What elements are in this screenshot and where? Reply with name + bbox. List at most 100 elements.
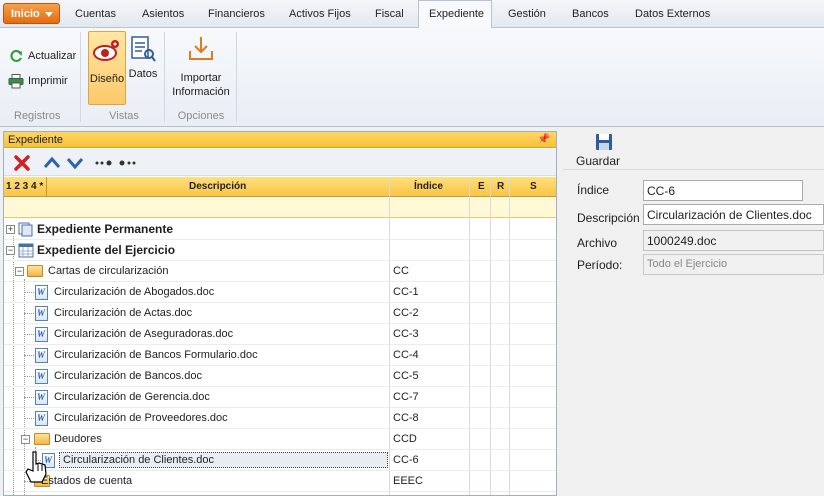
pin-icon[interactable]: 📌 (538, 134, 550, 145)
archivo-label: Archivo (577, 236, 618, 250)
periodo-label: Período: (577, 258, 623, 272)
column-header-levels[interactable]: 1 2 3 4 * (6, 181, 43, 192)
move-up-icon[interactable] (43, 156, 61, 170)
row-description: Circularización de Abogados.doc (54, 286, 215, 298)
column-header-s[interactable]: S (530, 181, 537, 192)
tree-line (24, 313, 34, 314)
column-header-r[interactable]: R (497, 181, 504, 192)
row-description: Circularización de Proveedores.doc (54, 412, 228, 424)
table-row[interactable]: Circularización de Gerencia.doc CC-7 (4, 387, 556, 408)
table-row[interactable]: − Deudores CCD (4, 429, 556, 450)
descripcion-field[interactable]: Circularización de Clientes.doc (643, 204, 824, 225)
row-description: Circularización de Bancos.doc (54, 370, 202, 382)
tab-asientos[interactable]: Asientos (142, 0, 184, 28)
chevron-down-icon (45, 12, 53, 17)
expand-icon[interactable]: + (6, 225, 15, 234)
indent-right-icon[interactable] (117, 158, 137, 168)
row-index: CC-5 (393, 370, 419, 382)
table-row-selected[interactable]: Circularización de Clientes.doc CC-6 (4, 450, 556, 471)
periodo-value: Todo el Ejercicio (647, 258, 728, 270)
row-index: CC-2 (393, 307, 419, 319)
hand-cursor-icon (25, 451, 47, 483)
table-row[interactable]: Circularización de Aseguradoras.doc CC-3 (4, 324, 556, 345)
actualizar-label: Actualizar (28, 50, 77, 62)
stacked-documents-icon (18, 222, 33, 237)
column-header-e[interactable]: E (478, 181, 485, 192)
row-description: Estados de cuenta (41, 475, 133, 487)
move-down-icon[interactable] (66, 156, 84, 170)
actualizar-button[interactable]: Actualizar (8, 47, 76, 65)
tab-expediente[interactable]: Expediente (418, 0, 492, 29)
collapse-icon[interactable]: − (6, 246, 15, 255)
row-index: CC (393, 265, 409, 277)
tab-financieros[interactable]: Financieros (208, 0, 265, 28)
tree-line (24, 397, 34, 398)
row-description: Circularización de Clientes.doc (59, 452, 388, 468)
row-index: CCD (393, 433, 417, 445)
table-row[interactable]: Circularización de Bancos.doc CC-5 (4, 366, 556, 387)
import-download-icon (189, 37, 213, 60)
tab-datos-externos[interactable]: Datos Externos (635, 0, 710, 28)
table-row[interactable]: Estados de cuenta EEEC (4, 471, 556, 492)
row-description: Circularización de Aseguradoras.doc (54, 328, 234, 340)
table-row[interactable]: Circularización de Bancos Formulario.doc… (4, 345, 556, 366)
row-index: CC-6 (393, 454, 419, 466)
periodo-select[interactable]: Todo el Ejercicio (643, 254, 824, 275)
folder-open-icon (34, 433, 50, 445)
expediente-panel: Expediente 📌 1 2 3 4 * Descripción Índic… (3, 131, 557, 496)
row-description: Circularización de Actas.doc (54, 307, 193, 319)
tree-line (24, 334, 34, 335)
column-header-descripcion[interactable]: Descripción (189, 181, 246, 192)
importar-informacion-button[interactable]: Importar Información (170, 31, 232, 105)
row-description: Cartas de circularización (48, 265, 169, 277)
row-description: Circularización de Gerencia.doc (54, 391, 210, 403)
ribbon: Actualizar Imprimir Registros Diseño Dat (0, 28, 824, 127)
tab-cuentas[interactable]: Cuentas (75, 0, 116, 28)
save-button[interactable]: Guardar (576, 133, 620, 168)
indice-field[interactable]: CC-6 (643, 180, 803, 201)
word-document-icon (35, 411, 48, 426)
table-row[interactable]: − Expediente del Ejercicio (4, 240, 556, 261)
collapse-icon[interactable]: − (15, 267, 24, 276)
word-document-icon (35, 285, 48, 300)
column-header-indice[interactable]: Índice (414, 181, 443, 192)
row-description: Circularización de Bancos Formulario.doc (54, 349, 258, 361)
row-description: Expediente del Ejercicio (37, 243, 176, 257)
filter-row[interactable] (4, 198, 556, 218)
table-row[interactable]: − Cartas de circularización CC (4, 261, 556, 282)
tab-activos-fijos[interactable]: Activos Fijos (289, 0, 351, 28)
diseno-button[interactable]: Diseño (88, 31, 126, 105)
table-row[interactable]: Circularización de Abogados.doc CC-1 (4, 282, 556, 303)
tree-line (24, 292, 34, 293)
row-description: Expediente Permanente (37, 222, 174, 236)
table-row[interactable]: Circularización de Proveedores.doc CC-8 (4, 408, 556, 429)
delete-x-icon[interactable] (14, 155, 30, 171)
grid-header: 1 2 3 4 * Descripción Índice E R S (4, 177, 556, 197)
imprimir-button[interactable]: Imprimir (8, 72, 68, 90)
refresh-icon (10, 49, 22, 62)
indent-left-icon[interactable] (94, 158, 114, 168)
descripcion-label: Descripción (577, 211, 640, 225)
group-label-registros: Registros (14, 110, 61, 122)
importar-label-line2: Información (172, 86, 230, 98)
row-description: Deudores (54, 433, 102, 445)
row-index: EEEC (393, 475, 423, 487)
tab-fiscal[interactable]: Fiscal (375, 0, 404, 28)
panel-title: Expediente (8, 134, 64, 146)
printer-icon (8, 74, 24, 89)
row-index: CC-3 (393, 328, 419, 340)
table-row[interactable]: + Expediente Permanente (4, 219, 556, 240)
start-menu-button[interactable]: Inicio (3, 3, 60, 24)
group-label-vistas: Vistas (109, 110, 139, 122)
tab-gestion[interactable]: Gestión (508, 0, 546, 28)
collapse-icon[interactable]: − (21, 435, 30, 444)
calendar-grid-icon (18, 243, 34, 258)
table-row[interactable]: Circularización de Actas.doc CC-2 (4, 303, 556, 324)
tab-bancos[interactable]: Bancos (572, 0, 609, 28)
word-document-icon (35, 327, 48, 342)
indice-label: Índice (577, 183, 610, 197)
start-menu-label: Inicio (11, 8, 40, 20)
datos-button[interactable]: Datos (127, 31, 159, 105)
archivo-field[interactable]: 1000249.doc (643, 230, 824, 251)
group-label-opciones: Opciones (177, 110, 225, 122)
